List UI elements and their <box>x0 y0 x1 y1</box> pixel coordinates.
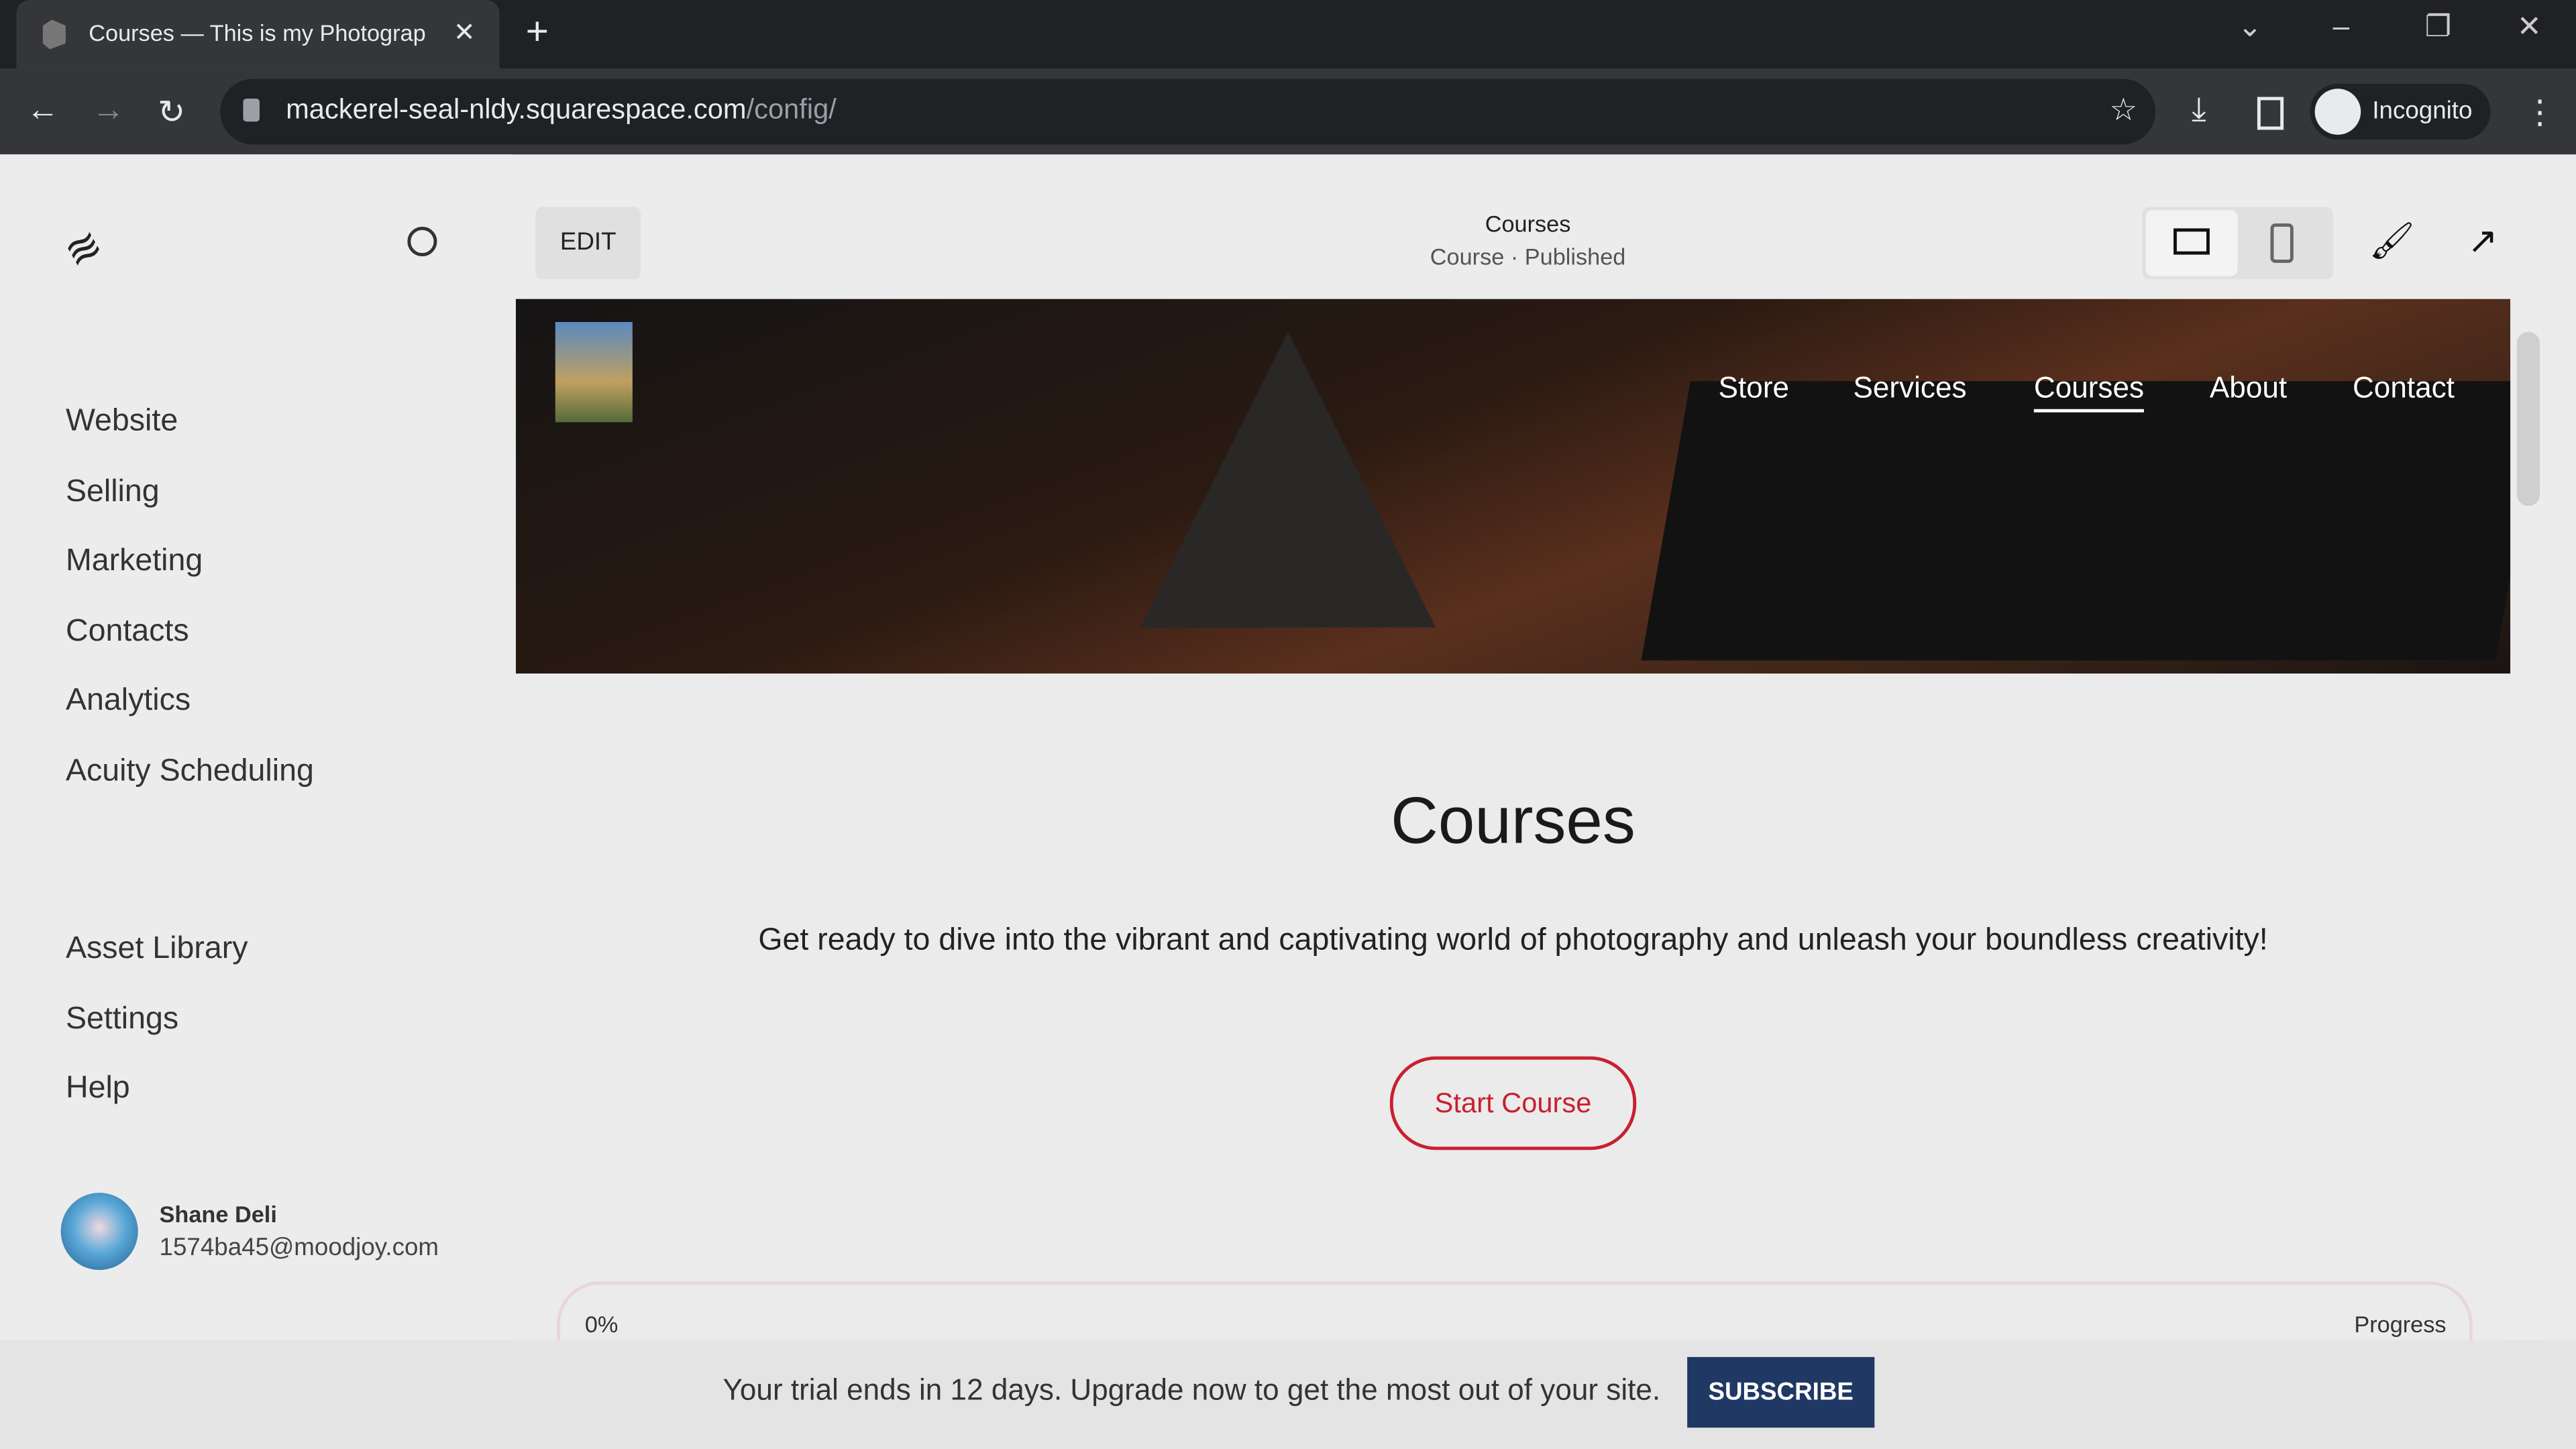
new-tab-icon[interactable]: + <box>526 10 549 56</box>
close-window-icon[interactable]: ✕ <box>2517 10 2542 44</box>
page-title: Courses <box>1485 210 1571 237</box>
trial-message: Your trial ends in 12 days. Upgrade now … <box>722 1373 1661 1407</box>
sidebar-item-settings[interactable]: Settings <box>66 1002 178 1038</box>
scrollbar-thumb[interactable] <box>2516 331 2540 506</box>
site-styles-brush-icon[interactable]: 🖌 <box>2369 220 2414 263</box>
nav-courses[interactable]: Courses <box>2033 371 2145 413</box>
incognito-profile[interactable]: Incognito <box>2310 83 2491 140</box>
nav-contact[interactable]: Contact <box>2353 371 2455 405</box>
subscribe-button[interactable]: SUBSCRIBE <box>1687 1356 1875 1428</box>
nav-store[interactable]: Store <box>1719 371 1789 405</box>
nav-services[interactable]: Services <box>1853 371 1966 405</box>
tab-search-icon[interactable]: ⌄ <box>2238 10 2263 44</box>
edit-button[interactable]: EDIT <box>535 207 641 280</box>
user-email: 1574ba45@moodjoy.com <box>159 1234 439 1262</box>
back-icon[interactable]: ← <box>26 92 59 129</box>
menu-kebab-icon[interactable]: ⋮ <box>2524 92 2557 133</box>
profile-label: Incognito <box>2372 97 2473 125</box>
squarespace-favicon-icon <box>42 19 66 50</box>
avatar[interactable] <box>60 1192 138 1271</box>
sidebar-item-help[interactable]: Help <box>66 1071 130 1108</box>
sidebar-item-analytics[interactable]: Analytics <box>66 684 191 720</box>
minimize-icon[interactable]: – <box>2333 10 2350 44</box>
sidebar-item-marketing[interactable]: Marketing <box>66 544 203 580</box>
user-name: Shane Deli <box>159 1201 277 1228</box>
hero-book-image <box>1641 381 2511 661</box>
desktop-view-button[interactable] <box>2145 210 2238 276</box>
sidebar-item-selling[interactable]: Selling <box>66 475 160 511</box>
desktop-icon <box>2174 228 2210 255</box>
site-header-hero: Store Services Courses About Contact <box>515 299 2511 674</box>
start-course-button[interactable]: Start Course <box>1389 1056 1637 1150</box>
mobile-view-icon[interactable] <box>2270 223 2294 263</box>
side-panel-icon[interactable] <box>2257 97 2284 130</box>
open-external-arrow-icon[interactable]: ↗ <box>2467 220 2498 263</box>
preview-scrollbar[interactable] <box>2513 299 2544 1341</box>
page-status: Course · Published <box>1430 243 1626 270</box>
tab-title: Courses — This is my Photograp <box>89 19 426 46</box>
sidebar-item-asset-library[interactable]: Asset Library <box>66 932 248 968</box>
sidebar <box>0 154 513 1341</box>
lock-icon <box>243 98 260 122</box>
bookmark-star-icon[interactable]: ☆ <box>2110 92 2138 129</box>
site-logo-image[interactable] <box>555 322 633 423</box>
sidebar-item-acuity-scheduling[interactable]: Acuity Scheduling <box>66 754 314 790</box>
progress-label: Progress <box>2354 1311 2447 1338</box>
forward-icon[interactable]: → <box>92 92 125 129</box>
incognito-icon <box>2314 89 2361 135</box>
course-description: Get ready to dive into the vibrant and c… <box>758 923 2268 958</box>
sidebar-item-contacts[interactable]: Contacts <box>66 614 189 651</box>
page-content <box>515 674 2511 1341</box>
reload-icon[interactable]: ↻ <box>158 92 185 133</box>
download-icon[interactable]: ⤓ <box>2192 92 2206 129</box>
browser-tab[interactable]: Courses — This is my Photograp ✕ <box>16 0 500 69</box>
sidebar-item-website[interactable]: Website <box>66 404 178 440</box>
hero-pyramid-image <box>1140 331 1436 628</box>
url-text[interactable]: mackerel-seal-nldy.squarespace.com/confi… <box>286 94 837 127</box>
course-heading: Courses <box>1391 785 1635 858</box>
restore-icon[interactable]: ❐ <box>2425 10 2452 44</box>
progress-value: 0% <box>584 1311 619 1338</box>
nav-about[interactable]: About <box>2210 371 2287 405</box>
search-icon[interactable] <box>407 226 437 257</box>
close-tab-icon[interactable]: ✕ <box>453 16 476 49</box>
